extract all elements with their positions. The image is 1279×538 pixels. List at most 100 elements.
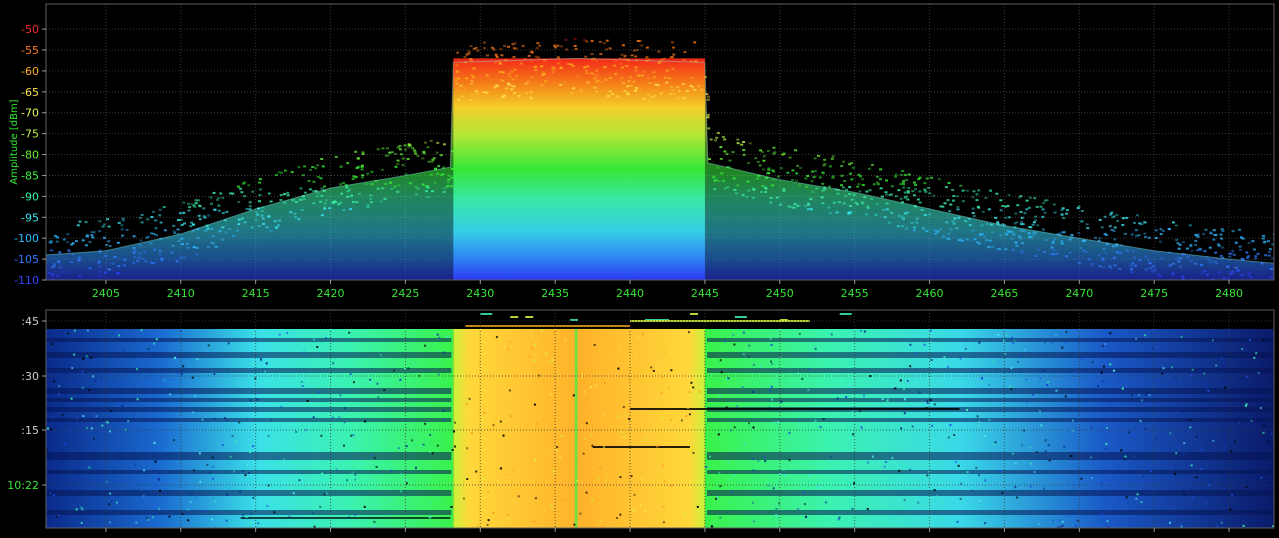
- waterfall-point: [192, 469, 195, 472]
- spectrum-point: [370, 183, 374, 186]
- waterfall-point: [1203, 372, 1206, 375]
- waterfall-point: [947, 365, 950, 368]
- spectrum-point: [178, 212, 182, 215]
- spectrum-point: [563, 81, 567, 83]
- waterfall-point: [117, 404, 120, 407]
- waterfall-point: [1101, 380, 1104, 382]
- spectrum-point: [642, 70, 646, 73]
- waterfall-point: [1125, 496, 1128, 499]
- spectrum-point: [879, 168, 883, 171]
- waterfall-point: [135, 521, 138, 524]
- waterfall-point: [257, 522, 260, 525]
- spectrum-point: [526, 80, 530, 83]
- spectrum-point: [837, 201, 841, 204]
- waterfall-point: [748, 422, 750, 425]
- spectrum-point: [996, 221, 1000, 224]
- spectrum-point: [297, 166, 301, 169]
- spectrum-point: [1222, 277, 1226, 280]
- waterfall-point: [903, 387, 905, 390]
- waterfall-point: [1105, 427, 1108, 429]
- spectrum-point: [57, 261, 61, 264]
- spectrum-point: [342, 182, 346, 185]
- waterfall-point: [1109, 402, 1112, 405]
- spectrum-point: [75, 240, 78, 243]
- waterfall-point: [194, 394, 197, 397]
- waterfall-point: [545, 352, 548, 355]
- spectrum-point: [1020, 223, 1024, 226]
- spectrum-point: [707, 127, 711, 130]
- waterfall-point: [454, 445, 456, 448]
- spectrum-point: [627, 80, 631, 83]
- spectrum-point: [194, 201, 198, 204]
- waterfall-point: [517, 495, 520, 498]
- waterfall-point: [863, 330, 866, 333]
- spectrum-point: [431, 190, 434, 193]
- waterfall-point: [537, 338, 540, 341]
- waterfall-point: [867, 461, 869, 464]
- waterfall-point: [788, 459, 791, 462]
- spectrum-point: [314, 167, 318, 170]
- waterfall-point: [73, 329, 76, 332]
- spectrum-point: [867, 167, 871, 170]
- y-tick-label: -105: [14, 253, 39, 266]
- waterfall-point: [377, 396, 380, 399]
- waterfall-point: [1191, 496, 1194, 499]
- waterfall-point: [214, 500, 217, 503]
- spectrum-point: [533, 66, 537, 69]
- waterfall-point: [452, 430, 455, 433]
- waterfall-point: [1230, 450, 1233, 453]
- spectrum-point: [564, 38, 568, 41]
- waterfall-spur: [480, 313, 493, 315]
- waterfall-point: [196, 358, 199, 361]
- spectrum-point: [151, 210, 155, 213]
- waterfall-point: [710, 525, 713, 528]
- spectrum-point: [116, 241, 120, 244]
- waterfall-point: [528, 355, 530, 358]
- spectrum-point: [1219, 233, 1223, 236]
- spectrum-point: [196, 236, 200, 239]
- spectrum-point: [447, 178, 451, 181]
- waterfall-point: [1233, 440, 1236, 443]
- spectrum-point: [51, 273, 55, 276]
- spectrum-point: [158, 249, 162, 252]
- waterfall-point: [462, 497, 465, 500]
- waterfall-point: [1241, 348, 1244, 350]
- waterfall-point: [332, 362, 335, 365]
- waterfall-point: [1171, 366, 1173, 369]
- y-tick-label: -85: [21, 169, 39, 182]
- spectrum-point: [821, 189, 825, 192]
- waterfall-stripe: [706, 452, 1274, 460]
- spectrum-point: [941, 205, 945, 208]
- spectrum-point: [857, 183, 861, 186]
- waterfall-point: [331, 416, 334, 419]
- spectrum-point: [1199, 264, 1203, 267]
- spectrum-point: [257, 225, 261, 227]
- spectrum-point: [1121, 224, 1125, 226]
- spectrum-point: [583, 39, 587, 42]
- waterfall-point: [798, 332, 801, 335]
- spectrum-point: [195, 253, 199, 256]
- waterfall-point: [390, 469, 393, 472]
- spectrum-point: [603, 66, 607, 69]
- waterfall-point: [1212, 439, 1215, 442]
- spectrum-point: [599, 53, 603, 55]
- spectrum-point: [640, 74, 644, 77]
- waterfall-point: [582, 452, 585, 455]
- spectrum-point: [396, 190, 400, 193]
- spectrum-point: [85, 235, 89, 238]
- waterfall-point: [282, 462, 285, 465]
- spectrum-point: [491, 46, 494, 49]
- waterfall-point: [225, 519, 228, 522]
- spectrum-point: [994, 216, 998, 219]
- spectrum-point: [120, 228, 124, 231]
- spectrum-point: [849, 205, 852, 207]
- spectrum-point: [1060, 240, 1064, 243]
- waterfall-point: [949, 424, 952, 427]
- waterfall-point: [752, 469, 755, 472]
- spectrum-point: [840, 174, 844, 177]
- spectrum-point: [645, 56, 649, 59]
- spectrum-point: [1006, 229, 1010, 232]
- spectrum-point: [315, 195, 319, 198]
- waterfall-point: [1137, 480, 1140, 483]
- waterfall-point: [1085, 401, 1088, 404]
